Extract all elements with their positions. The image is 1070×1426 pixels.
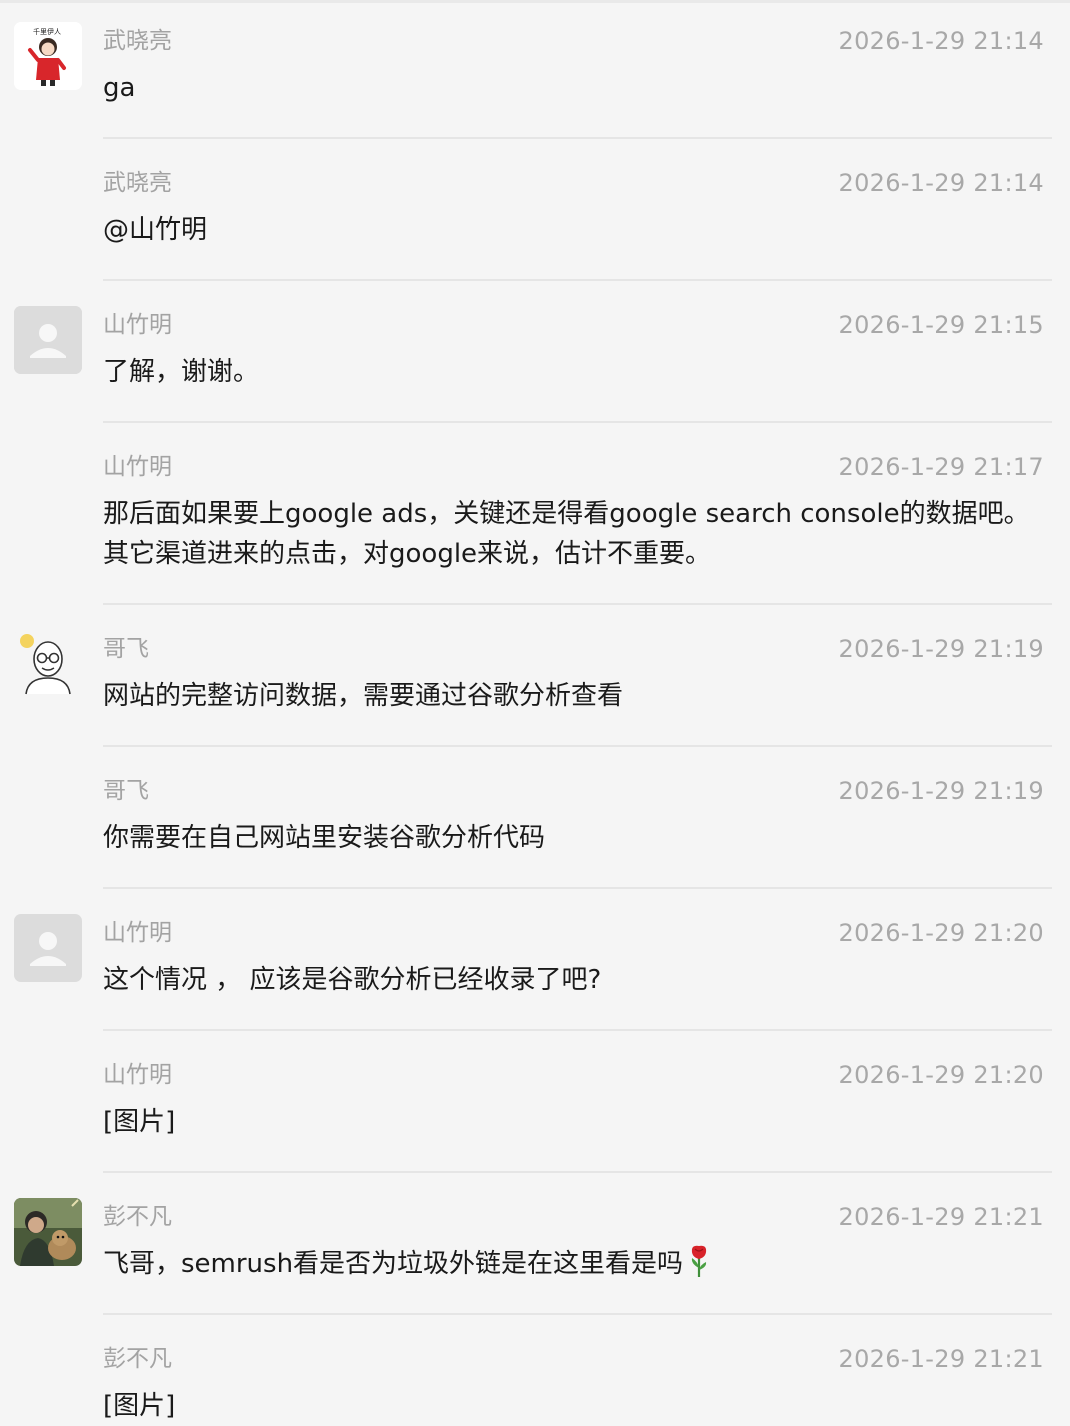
divider [103, 421, 1052, 423]
avatar[interactable] [14, 914, 82, 982]
divider [103, 1171, 1052, 1173]
message-text: 了解，谢谢。 [103, 357, 260, 387]
photo-person-with-dog-avatar-icon [14, 1198, 82, 1266]
avatar[interactable]: 千里伊人 [14, 22, 82, 90]
message-time: 2026-1-29 21:20 [838, 919, 1044, 947]
sender-name: 彭不凡 [103, 1204, 172, 1230]
message-feed: 千里伊人 武晓亮 2026-1-29 21:14 ga 武晓亮 2026-1-2… [0, 0, 1070, 1426]
svg-text:千里伊人: 千里伊人 [33, 27, 61, 36]
sender-name: 山竹明 [103, 454, 172, 480]
message-text: @山竹明 [103, 215, 208, 245]
sender-name: 山竹明 [103, 1062, 172, 1088]
sender-name: 哥飞 [103, 778, 149, 804]
message-time: 2026-1-29 21:21 [838, 1203, 1044, 1231]
rose-icon [687, 1244, 711, 1290]
sender-name: 山竹明 [103, 312, 172, 338]
avatar[interactable] [14, 630, 82, 698]
divider [103, 1029, 1052, 1031]
divider [103, 887, 1052, 889]
message-text[interactable]: [图片] [103, 1102, 1038, 1142]
message-text: ga [103, 73, 136, 103]
divider [103, 745, 1052, 747]
default-person-avatar-icon [14, 914, 82, 982]
message-time: 2026-1-29 21:15 [838, 311, 1044, 339]
message-text[interactable]: [图片] [103, 1386, 1038, 1426]
message-text: 你需要在自己网站里安装谷歌分析代码 [103, 823, 546, 853]
message-time: 2026-1-29 21:14 [838, 169, 1044, 197]
divider [103, 603, 1052, 605]
sender-name: 武晓亮 [103, 170, 172, 196]
avatar[interactable] [14, 1198, 82, 1266]
message-text-content: 飞哥，semrush看是否为垃圾外链是在这里看是吗 [103, 1249, 684, 1279]
cartoon-red-figure-avatar-icon: 千里伊人 [14, 22, 82, 90]
message-time: 2026-1-29 21:20 [838, 1061, 1044, 1089]
sender-name: 哥飞 [103, 636, 149, 662]
message-time: 2026-1-29 21:21 [838, 1345, 1044, 1373]
bald-glasses-man-avatar-icon [14, 630, 82, 698]
sender-name: 彭不凡 [103, 1346, 172, 1372]
default-person-avatar-icon [14, 306, 82, 374]
message-time: 2026-1-29 21:19 [838, 777, 1044, 805]
sender-name: 武晓亮 [103, 28, 172, 54]
divider [103, 279, 1052, 281]
avatar[interactable] [14, 306, 82, 374]
message-text: 飞哥，semrush看是否为垃圾外链是在这里看是吗 [103, 1244, 1038, 1290]
message-time: 2026-1-29 21:19 [838, 635, 1044, 663]
message-time: 2026-1-29 21:17 [838, 453, 1044, 481]
message-time: 2026-1-29 21:14 [838, 27, 1044, 55]
divider [103, 1313, 1052, 1315]
message-text: 这个情况 ， 应该是谷歌分析已经收录了吧? [103, 965, 602, 995]
message-text: 网站的完整访问数据，需要通过谷歌分析查看 [103, 681, 624, 711]
divider [103, 137, 1052, 139]
sender-name: 山竹明 [103, 920, 172, 946]
message-text: 那后面如果要上google ads，关键还是得看google search co… [103, 499, 1030, 569]
